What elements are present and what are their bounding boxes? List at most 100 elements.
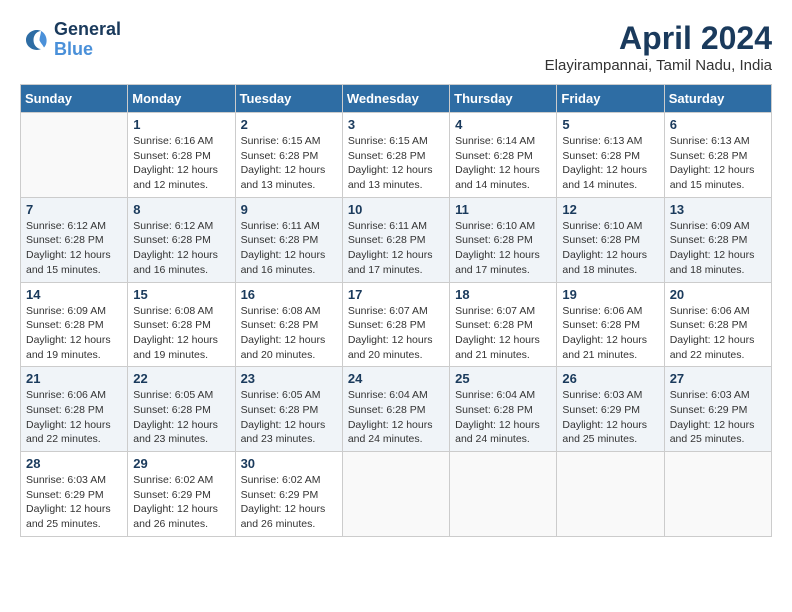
calendar-cell: 17 Sunrise: 6:07 AMSunset: 6:28 PMDayligh… [342,282,449,367]
day-info: Sunrise: 6:07 AMSunset: 6:28 PMDaylight:… [455,304,551,363]
week-row-4: 21 Sunrise: 6:06 AMSunset: 6:28 PMDayligh… [21,367,772,452]
weekday-header-saturday: Saturday [664,85,771,113]
day-info: Sunrise: 6:03 AMSunset: 6:29 PMDaylight:… [26,473,122,532]
weekday-header-wednesday: Wednesday [342,85,449,113]
week-row-2: 7Sunrise: 6:12 AMSunset: 6:28 PMDaylight… [21,197,772,282]
calendar-cell: 11 Sunrise: 6:10 AMSunset: 6:28 PMDayligh… [450,197,557,282]
page-header: General Blue April 2024 Elayirampannai, … [20,20,772,74]
logo-text: General Blue [54,20,121,60]
day-number: 19 [562,287,658,302]
day-info: Sunrise: 6:08 AMSunset: 6:28 PMDaylight:… [133,304,229,363]
day-info: Sunrise: 6:10 AMSunset: 6:28 PMDaylight:… [562,219,658,278]
calendar-cell: 30 Sunrise: 6:02 AMSunset: 6:29 PMDayligh… [235,452,342,537]
calendar-cell: 23 Sunrise: 6:05 AMSunset: 6:28 PMDayligh… [235,367,342,452]
weekday-header-tuesday: Tuesday [235,85,342,113]
calendar-cell: 25Sunrise: 6:04 AMSunset: 6:28 PMDayligh… [450,367,557,452]
day-number: 15 [133,287,229,302]
day-info: Sunrise: 6:15 AMSunset: 6:28 PMDaylight:… [241,134,337,193]
day-info: Sunrise: 6:07 AMSunset: 6:28 PMDaylight:… [348,304,444,363]
day-info: Sunrise: 6:06 AMSunset: 6:28 PMDaylight:… [562,304,658,363]
logo-icon [20,25,50,55]
day-info: Sunrise: 6:13 AMSunset: 6:28 PMDaylight:… [670,134,766,193]
day-info: Sunrise: 6:03 AMSunset: 6:29 PMDaylight:… [670,388,766,447]
day-number: 12 [562,202,658,217]
day-info: Sunrise: 6:02 AMSunset: 6:29 PMDaylight:… [241,473,337,532]
calendar-cell: 1 Sunrise: 6:16 AMSunset: 6:28 PMDaylight… [128,113,235,198]
calendar-cell: 27Sunrise: 6:03 AMSunset: 6:29 PMDayligh… [664,367,771,452]
weekday-header-monday: Monday [128,85,235,113]
day-info: Sunrise: 6:14 AMSunset: 6:28 PMDaylight:… [455,134,551,193]
day-number: 29 [133,456,229,471]
day-info: Sunrise: 6:09 AMSunset: 6:28 PMDaylight:… [26,304,122,363]
day-number: 5 [562,117,658,132]
calendar-cell: 24 Sunrise: 6:04 AMSunset: 6:28 PMDayligh… [342,367,449,452]
calendar-cell: 6 Sunrise: 6:13 AMSunset: 6:28 PMDaylight… [664,113,771,198]
location: Elayirampannai, Tamil Nadu, India [545,57,772,74]
day-number: 8 [133,202,229,217]
day-number: 3 [348,117,444,132]
calendar-cell: 15 Sunrise: 6:08 AMSunset: 6:28 PMDayligh… [128,282,235,367]
calendar-cell: 4 Sunrise: 6:14 AMSunset: 6:28 PMDaylight… [450,113,557,198]
weekday-header-row: SundayMondayTuesdayWednesdayThursdayFrid… [21,85,772,113]
calendar-cell: 12 Sunrise: 6:10 AMSunset: 6:28 PMDayligh… [557,197,664,282]
day-number: 9 [241,202,337,217]
day-info: Sunrise: 6:11 AMSunset: 6:28 PMDaylight:… [241,219,337,278]
week-row-5: 28 Sunrise: 6:03 AMSunset: 6:29 PMDayligh… [21,452,772,537]
calendar-cell [450,452,557,537]
weekday-header-sunday: Sunday [21,85,128,113]
day-number: 1 [133,117,229,132]
calendar-cell [557,452,664,537]
weekday-header-friday: Friday [557,85,664,113]
day-number: 6 [670,117,766,132]
day-number: 26 [562,371,658,386]
day-info: Sunrise: 6:04 AMSunset: 6:28 PMDaylight:… [348,388,444,447]
week-row-3: 14 Sunrise: 6:09 AMSunset: 6:28 PMDayligh… [21,282,772,367]
calendar-cell: 3Sunrise: 6:15 AMSunset: 6:28 PMDaylight… [342,113,449,198]
calendar-cell: 5 Sunrise: 6:13 AMSunset: 6:28 PMDaylight… [557,113,664,198]
calendar-cell: 16 Sunrise: 6:08 AMSunset: 6:28 PMDayligh… [235,282,342,367]
day-number: 2 [241,117,337,132]
day-info: Sunrise: 6:08 AMSunset: 6:28 PMDaylight:… [241,304,337,363]
calendar-cell: 13Sunrise: 6:09 AMSunset: 6:28 PMDayligh… [664,197,771,282]
day-number: 28 [26,456,122,471]
calendar-cell: 21 Sunrise: 6:06 AMSunset: 6:28 PMDayligh… [21,367,128,452]
day-number: 21 [26,371,122,386]
day-info: Sunrise: 6:13 AMSunset: 6:28 PMDaylight:… [562,134,658,193]
day-number: 13 [670,202,766,217]
day-info: Sunrise: 6:05 AMSunset: 6:28 PMDaylight:… [241,388,337,447]
day-number: 24 [348,371,444,386]
calendar-cell: 29 Sunrise: 6:02 AMSunset: 6:29 PMDayligh… [128,452,235,537]
month-title: April 2024 [545,20,772,57]
calendar-cell: 9 Sunrise: 6:11 AMSunset: 6:28 PMDaylight… [235,197,342,282]
calendar-cell: 28 Sunrise: 6:03 AMSunset: 6:29 PMDayligh… [21,452,128,537]
day-info: Sunrise: 6:12 AMSunset: 6:28 PMDaylight:… [26,219,122,278]
calendar-cell: 26Sunrise: 6:03 AMSunset: 6:29 PMDayligh… [557,367,664,452]
calendar-cell: 2 Sunrise: 6:15 AMSunset: 6:28 PMDaylight… [235,113,342,198]
calendar-cell [664,452,771,537]
calendar-cell: 18 Sunrise: 6:07 AMSunset: 6:28 PMDayligh… [450,282,557,367]
day-info: Sunrise: 6:05 AMSunset: 6:28 PMDaylight:… [133,388,229,447]
day-info: Sunrise: 6:16 AMSunset: 6:28 PMDaylight:… [133,134,229,193]
day-number: 22 [133,371,229,386]
calendar-cell: 19 Sunrise: 6:06 AMSunset: 6:28 PMDayligh… [557,282,664,367]
calendar-cell: 7Sunrise: 6:12 AMSunset: 6:28 PMDaylight… [21,197,128,282]
calendar-cell: 10 Sunrise: 6:11 AMSunset: 6:28 PMDayligh… [342,197,449,282]
day-number: 14 [26,287,122,302]
day-number: 10 [348,202,444,217]
day-number: 23 [241,371,337,386]
day-info: Sunrise: 6:11 AMSunset: 6:28 PMDaylight:… [348,219,444,278]
day-number: 17 [348,287,444,302]
day-info: Sunrise: 6:02 AMSunset: 6:29 PMDaylight:… [133,473,229,532]
day-info: Sunrise: 6:12 AMSunset: 6:28 PMDaylight:… [133,219,229,278]
day-number: 16 [241,287,337,302]
calendar-cell: 20Sunrise: 6:06 AMSunset: 6:28 PMDayligh… [664,282,771,367]
day-number: 30 [241,456,337,471]
weekday-header-thursday: Thursday [450,85,557,113]
day-number: 18 [455,287,551,302]
day-info: Sunrise: 6:04 AMSunset: 6:28 PMDaylight:… [455,388,551,447]
day-info: Sunrise: 6:06 AMSunset: 6:28 PMDaylight:… [26,388,122,447]
day-info: Sunrise: 6:10 AMSunset: 6:28 PMDaylight:… [455,219,551,278]
day-number: 11 [455,202,551,217]
day-number: 4 [455,117,551,132]
calendar-cell: 14 Sunrise: 6:09 AMSunset: 6:28 PMDayligh… [21,282,128,367]
